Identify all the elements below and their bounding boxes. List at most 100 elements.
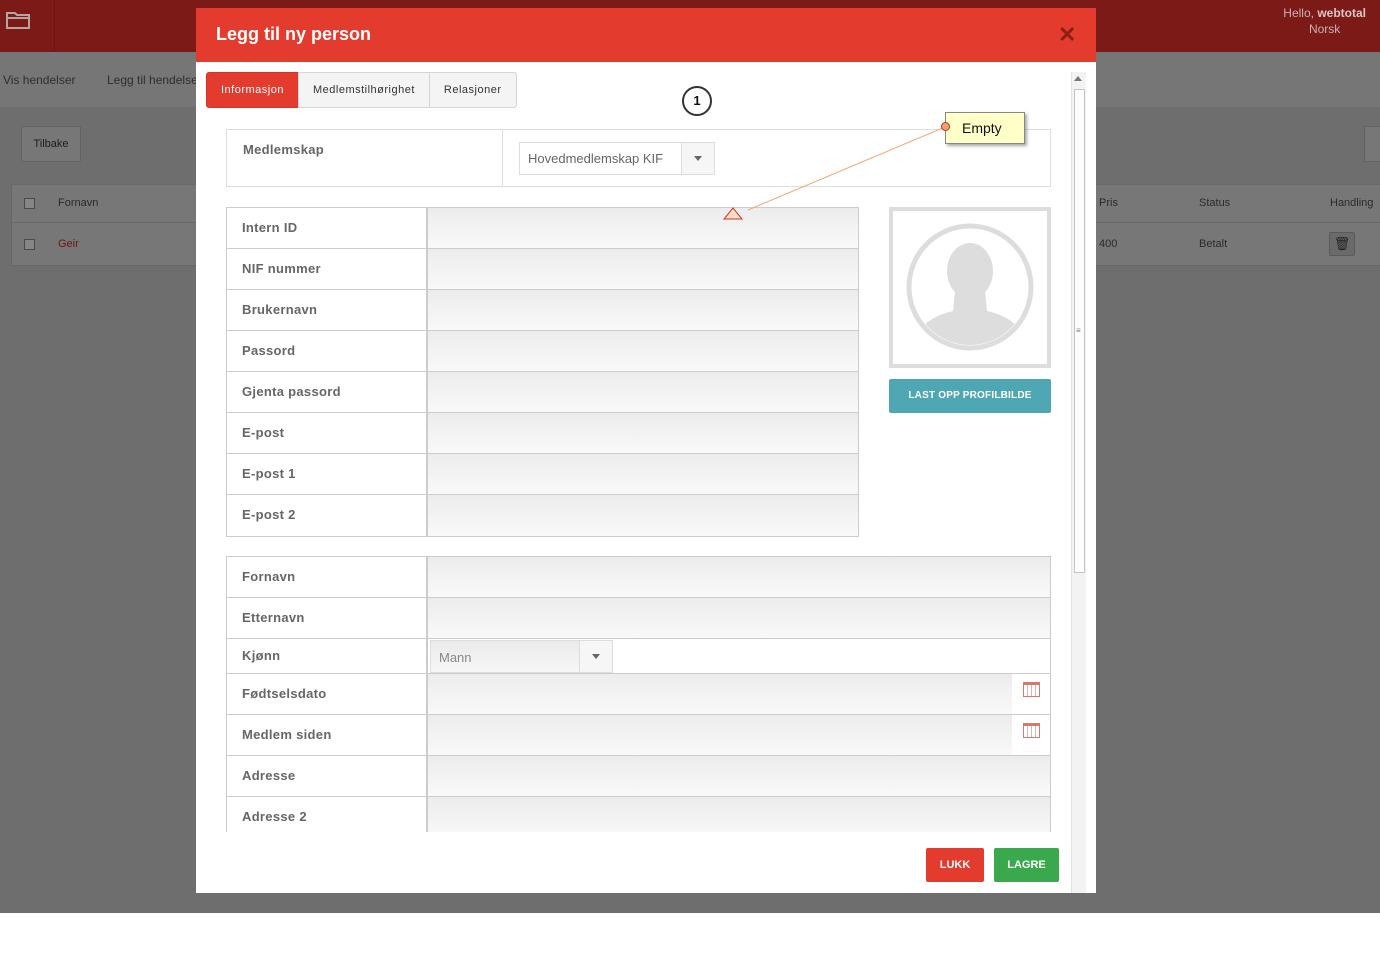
close-button[interactable]: LUKK	[926, 848, 984, 882]
tab-relations[interactable]: Relasjoner	[428, 72, 517, 108]
row-price: 400	[1099, 238, 1118, 250]
calendar-icon[interactable]	[1023, 723, 1040, 738]
avatar-placeholder-icon	[906, 223, 1034, 351]
membership-divider	[502, 130, 503, 186]
background-right-button[interactable]	[1364, 126, 1380, 162]
folder-icon[interactable]	[6, 10, 32, 30]
annotation-anchor-dot	[941, 122, 950, 131]
address-2-input[interactable]	[428, 797, 1050, 832]
save-button[interactable]: LAGRE	[994, 848, 1059, 882]
upload-profile-picture-button[interactable]: LAST OPP PROFILBILDE	[889, 379, 1051, 413]
field-label: Adresse 2	[227, 797, 428, 832]
field-row-address-2: Adresse 2	[227, 797, 1050, 832]
chevron-down-icon[interactable]	[579, 641, 612, 672]
field-row-internal-id: Intern ID	[227, 208, 858, 249]
scroll-grip-icon: ≡	[1076, 326, 1081, 335]
field-row-address: Adresse	[227, 756, 1050, 797]
field-row-username: Brukernavn	[227, 290, 858, 331]
annotation-note: Empty	[945, 112, 1025, 144]
calendar-icon[interactable]	[1023, 682, 1040, 697]
field-row-member-since: Medlem siden	[227, 715, 1050, 756]
scroll-thumb[interactable]: ≡	[1074, 89, 1085, 573]
membership-select[interactable]: Hovedmedlemskap KIF	[519, 142, 715, 175]
user-info[interactable]: Hello, webtotal Norsk	[1283, 5, 1366, 37]
user-greeting: Hello,	[1283, 6, 1314, 20]
field-row-birth-date: Fødtselsdato	[227, 674, 1050, 715]
nif-number-input[interactable]	[428, 249, 858, 289]
profile-picture	[889, 207, 1051, 368]
modal-header: Legg til ny person ✕	[196, 8, 1096, 62]
field-label: Fødtselsdato	[227, 674, 428, 714]
gender-select[interactable]: Mann	[430, 640, 613, 673]
subnav-show-events[interactable]: Vis hendelser	[3, 73, 76, 87]
membership-section: Medlemskap Hovedmedlemskap KIF	[226, 129, 1051, 187]
close-icon[interactable]: ✕	[1058, 24, 1076, 46]
field-label: Brukernavn	[227, 290, 428, 330]
field-row-first-name: Fornavn	[227, 557, 1050, 598]
select-all-checkbox[interactable]	[24, 198, 35, 209]
internal-id-input[interactable]	[428, 208, 858, 248]
email-input[interactable]	[428, 413, 858, 453]
chevron-down-icon[interactable]	[681, 143, 714, 174]
row-status: Betalt	[1199, 238, 1228, 250]
topbar-divider	[54, 0, 55, 52]
field-label: E-post 2	[227, 495, 428, 536]
last-name-input[interactable]	[428, 598, 1050, 638]
field-label: Intern ID	[227, 208, 428, 248]
row-checkbox[interactable]	[24, 239, 35, 250]
gender-row-spacer	[614, 639, 1050, 673]
password-input[interactable]	[428, 331, 858, 371]
field-label: Etternavn	[227, 598, 428, 638]
field-label: Medlem siden	[227, 715, 428, 755]
app-viewport: Hello, webtotal Norsk Vis hendelser Legg…	[0, 0, 1380, 913]
field-row-email: E-post	[227, 413, 858, 454]
scroll-up-arrow[interactable]	[1074, 76, 1082, 81]
address-input[interactable]	[428, 756, 1050, 796]
header-price: Pris	[1099, 197, 1118, 209]
member-since-picker[interactable]	[1012, 715, 1050, 755]
birth-date-picker[interactable]	[1012, 674, 1050, 714]
field-row-last-name: Etternavn	[227, 598, 1050, 639]
field-row-password: Passord	[227, 331, 858, 372]
field-row-email-2: E-post 2	[227, 495, 858, 536]
header-status: Status	[1199, 197, 1231, 209]
account-fields-table: Intern ID NIF nummer Brukernavn Passord …	[226, 207, 859, 537]
repeat-password-input[interactable]	[428, 372, 858, 412]
row-first-name[interactable]: Geir	[58, 238, 79, 250]
member-since-input[interactable]	[428, 715, 1012, 755]
field-row-repeat-password: Gjenta passord	[227, 372, 858, 413]
field-label: E-post	[227, 413, 428, 453]
email-2-input[interactable]	[428, 495, 858, 536]
membership-select-value: Hovedmedlemskap KIF	[528, 151, 664, 166]
field-label: Fornavn	[227, 557, 428, 597]
modal-title: Legg til ny person	[216, 24, 372, 44]
user-name: webtotal	[1317, 6, 1366, 20]
membership-label: Medlemskap	[243, 142, 325, 157]
first-name-input[interactable]	[428, 557, 1050, 597]
tab-membership[interactable]: Medlemstilhørighet	[297, 72, 430, 108]
header-first-name: Fornavn	[58, 197, 99, 209]
modal-footer: LUKK LAGRE	[196, 838, 1071, 893]
header-action: Handling	[1330, 197, 1374, 209]
field-row-nif-number: NIF nummer	[227, 249, 858, 290]
personal-fields-table: Fornavn Etternavn Kjønn Mann Fødtselsdat…	[226, 556, 1051, 832]
modal-tabs: Informasjon Medlemstilhørighet Relasjone…	[206, 72, 517, 108]
field-label: Adresse	[227, 756, 428, 796]
field-label: Gjenta passord	[227, 372, 428, 412]
username-input[interactable]	[428, 290, 858, 330]
birth-date-input[interactable]	[428, 674, 1012, 714]
tab-information[interactable]: Informasjon	[206, 72, 299, 108]
field-label: NIF nummer	[227, 249, 428, 289]
add-person-modal: Legg til ny person ✕ ≡ Informasjon Medle…	[196, 8, 1096, 893]
trash-icon[interactable]: 🗑	[1329, 232, 1355, 256]
language-label[interactable]: Norsk	[1283, 21, 1366, 37]
field-label: E-post 1	[227, 454, 428, 494]
field-row-gender: Kjønn Mann	[227, 639, 1050, 674]
back-button[interactable]: Tilbake	[21, 126, 81, 162]
subnav-add-event[interactable]: Legg til hendelse	[107, 73, 198, 87]
gender-select-value: Mann	[439, 650, 472, 665]
modal-scrollbar[interactable]: ≡	[1071, 72, 1086, 893]
annotation-number-badge: 1	[682, 86, 712, 116]
email-1-input[interactable]	[428, 454, 858, 494]
field-label: Passord	[227, 331, 428, 371]
